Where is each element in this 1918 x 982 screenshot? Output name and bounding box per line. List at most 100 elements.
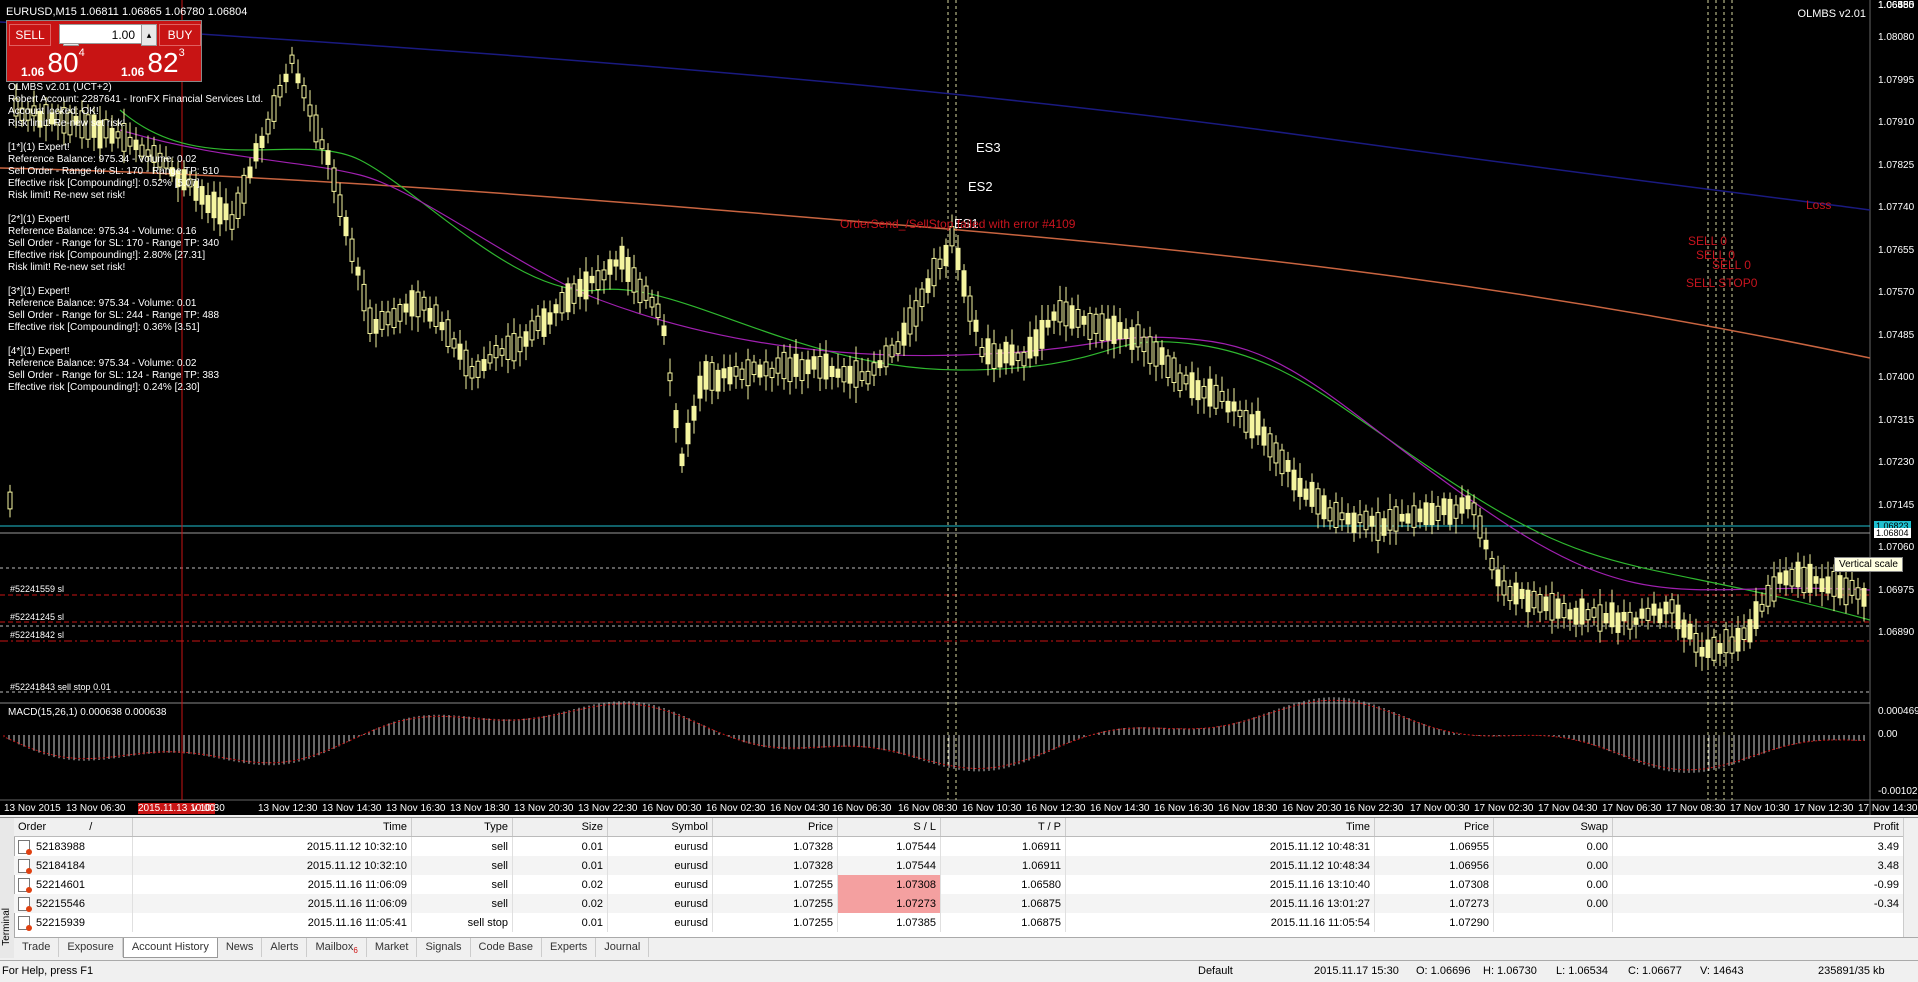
table-row[interactable]: 52215939 2015.11.16 11:05:41 sell stop 0.01… (14, 913, 1904, 932)
candle-body (259, 135, 265, 148)
candle-body (607, 259, 613, 275)
candle-body (613, 259, 619, 267)
candle-body (109, 127, 115, 144)
cell-type: sell stop (411, 913, 513, 932)
status-bar: For Help, press F1 Default 2015.11.17 15… (0, 960, 1918, 982)
col-tp[interactable]: T / P (940, 818, 1066, 837)
cell-price: 1.07328 (712, 856, 838, 875)
order-cell: 52215939 (14, 913, 133, 932)
cell-price: 1.07255 (712, 894, 838, 913)
cell-cprice: 1.07290 (1374, 913, 1494, 932)
expert-info-line: Risk limit! Re-new set risk! (8, 262, 126, 273)
cell-time: 2015.11.12 10:32:10 (132, 856, 412, 875)
cell-time: 2015.11.16 11:05:41 (132, 913, 412, 932)
candle-body (709, 362, 715, 391)
candle-body (325, 150, 331, 165)
candle-body (469, 365, 475, 379)
candle-body (1045, 319, 1051, 328)
price-axis-label: 1.06890 (1878, 627, 1915, 638)
tab-market[interactable]: Market (367, 938, 418, 957)
sort-indicator: / (89, 821, 93, 833)
col-price[interactable]: Price (712, 818, 838, 837)
macd-label: MACD(15,26,1) 0.000638 0.000638 (8, 707, 167, 718)
candle-body (979, 346, 985, 358)
col-order[interactable]: Order / (14, 818, 133, 837)
candle-body (133, 139, 139, 151)
col-type[interactable]: Type (411, 818, 513, 837)
ma-blue-line (0, 21, 1871, 211)
candle-body (1819, 578, 1825, 592)
expert-info-line: Risk limit! Re-new set risk! (8, 118, 126, 129)
table-row[interactable]: 52214601 2015.11.16 11:06:09 sell 0.02 eurus… (14, 875, 1904, 894)
tab-alerts[interactable]: Alerts (262, 938, 308, 957)
col-symbol[interactable]: Symbol (607, 818, 713, 837)
candle-body (1171, 357, 1177, 384)
sell-button[interactable]: SELL (9, 24, 51, 46)
cell-price: 1.07255 (712, 913, 838, 932)
cell-type: sell (411, 894, 513, 913)
table-row[interactable]: 52215546 2015.11.16 11:06:09 sell 0.02 eurus… (14, 894, 1904, 913)
candle-body (517, 336, 523, 353)
order-number: 52184184 (36, 859, 85, 872)
buy-quote-prefix: 1.06 (121, 65, 145, 79)
cell-ctime: 2015.11.16 11:05:54 (1065, 913, 1375, 932)
buy-quote[interactable]: 1.06 823 (121, 47, 185, 79)
col-sl[interactable]: S / L (837, 818, 941, 837)
candle-body (217, 197, 223, 225)
terminal-scrollbar[interactable] (1903, 818, 1918, 938)
tab-code-base[interactable]: Code Base (471, 938, 542, 957)
terminal-side-bar[interactable]: Terminal (0, 818, 15, 958)
table-row[interactable]: 52183988 2015.11.12 10:32:10 sell 0.01 eurus… (14, 836, 1904, 856)
lot-increase-icon[interactable]: ▴ (141, 24, 157, 46)
candle-body (1465, 495, 1471, 510)
candle-body (1831, 570, 1837, 597)
chart-area[interactable]: EURUSD,M15 1.06811 1.06865 1.06780 1.068… (0, 0, 1918, 815)
terminal-panel: Terminal Order / Time Type Size Symbol P… (0, 817, 1918, 958)
candle-body (1579, 598, 1585, 625)
buy-button[interactable]: BUY (159, 24, 201, 46)
tab-news[interactable]: News (218, 938, 263, 957)
candle-body (1429, 502, 1435, 526)
candle-body (1243, 410, 1249, 433)
chart-canvas[interactable] (0, 0, 1918, 815)
col-time[interactable]: Time (132, 818, 412, 837)
expert-info-line: [1*](1) Expert! (8, 142, 70, 153)
lot-size-input[interactable]: 1.00 (59, 24, 154, 44)
candle-body (913, 300, 919, 327)
candle-body (817, 356, 823, 379)
col-close-time[interactable]: Time (1065, 818, 1375, 837)
col-profit[interactable]: Profit (1612, 818, 1904, 837)
sell-quote[interactable]: 1.06 804 (21, 47, 85, 79)
col-close-price[interactable]: Price (1374, 818, 1494, 837)
cell-price: 1.07255 (712, 875, 838, 894)
tab-trade[interactable]: Trade (14, 938, 60, 957)
tab-signals[interactable]: Signals (417, 938, 471, 957)
time-axis-label: v 10:30 (192, 803, 225, 814)
tab-account-history[interactable]: Account History (122, 938, 218, 958)
cell-swap: 0.00 (1493, 856, 1613, 875)
col-swap[interactable]: Swap (1493, 818, 1613, 837)
expert-info-line: Reference Balance: 975.34 - Volume: 0.02 (8, 154, 197, 165)
cell-cprice: 1.06956 (1374, 856, 1494, 875)
tab-label: Trade (22, 941, 51, 953)
candle-body (499, 348, 505, 356)
cell-profit: -0.34 (1612, 894, 1904, 913)
expert-info-line: Sell Order - Range for SL: 170 - Range T… (8, 238, 220, 249)
candle-body (1477, 515, 1483, 539)
col-size[interactable]: Size (512, 818, 608, 837)
price-axis-label: 1.07060 (1878, 542, 1915, 553)
tab-journal[interactable]: Journal (596, 938, 650, 957)
tab-exposure[interactable]: Exposure (59, 938, 123, 957)
candle-body (1663, 601, 1669, 615)
candle-body (505, 335, 511, 360)
candle-body (721, 368, 727, 379)
candle-body (1021, 351, 1027, 367)
candle-body (1441, 498, 1447, 516)
tab-mailbox[interactable]: Mailbox6 (307, 938, 367, 957)
tab-experts[interactable]: Experts (542, 938, 597, 957)
candle-body (1705, 639, 1711, 658)
candle-body (643, 285, 649, 301)
table-row[interactable]: 52184184 2015.11.12 10:32:10 sell 0.01 eurus… (14, 856, 1904, 875)
time-axis-label: 13 Nov 06:30 (66, 803, 126, 814)
cell-profit (1612, 913, 1904, 932)
